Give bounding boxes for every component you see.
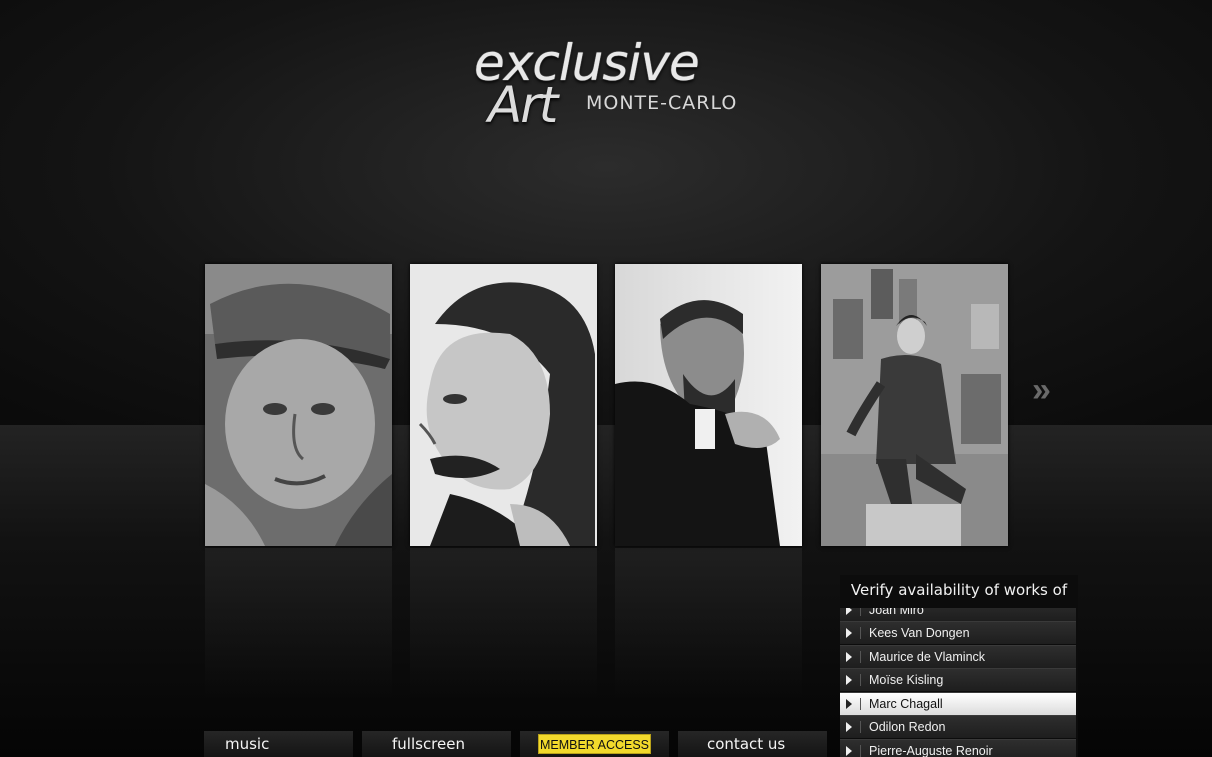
logo-word-art: Art — [488, 76, 558, 134]
divider — [860, 721, 861, 733]
artist-portrait-2[interactable] — [410, 264, 597, 546]
divider — [860, 674, 861, 686]
play-arrow-icon — [846, 699, 852, 709]
list-item-maurice-de-vlaminck[interactable]: Maurice de Vlaminck — [840, 645, 1076, 668]
list-item-pierre-auguste-renoir[interactable]: Pierre-Auguste Renoir — [840, 739, 1076, 757]
divider — [860, 651, 861, 663]
play-arrow-icon — [846, 675, 852, 685]
list-item-label: Joan Miró — [869, 608, 924, 617]
list-item-label: Maurice de Vlaminck — [869, 650, 986, 664]
portrait-image-3 — [615, 264, 802, 546]
divider — [860, 627, 861, 639]
logo-word-monte-carlo: MONTE-CARLO — [586, 92, 738, 114]
portrait-image-2 — [410, 264, 597, 546]
artist-portrait-1[interactable] — [205, 264, 392, 546]
list-item-marc-chagall[interactable]: Marc Chagall — [840, 692, 1076, 715]
divider — [860, 745, 861, 757]
nav-fullscreen-label: fullscreen — [392, 735, 465, 753]
portrait-image-4 — [821, 264, 1008, 546]
divider — [860, 698, 861, 710]
list-item-label: Pierre-Auguste Renoir — [869, 744, 993, 757]
nav-music-label: music — [225, 735, 270, 753]
site-logo[interactable]: exclusive Art MONTE-CARLO — [470, 34, 750, 138]
portrait-reflection-1 — [205, 548, 392, 698]
nav-contact[interactable]: contact us — [678, 731, 827, 757]
portrait-reflection-2 — [410, 548, 597, 698]
artist-list[interactable]: Joan Miró Kees Van Dongen Maurice de Vla… — [840, 608, 1076, 757]
play-arrow-icon — [846, 722, 852, 732]
portrait-image-1 — [205, 264, 392, 546]
list-item-kees-van-dongen[interactable]: Kees Van Dongen — [840, 621, 1076, 644]
play-arrow-icon — [846, 608, 852, 615]
play-arrow-icon — [846, 628, 852, 638]
divider — [860, 608, 861, 616]
play-arrow-icon — [846, 746, 852, 756]
list-item-moise-kisling[interactable]: Moïse Kisling — [840, 668, 1076, 691]
list-item-label: Moïse Kisling — [869, 673, 944, 687]
portrait-reflection-3 — [615, 548, 802, 698]
play-arrow-icon — [846, 652, 852, 662]
artist-portrait-4[interactable] — [821, 264, 1008, 546]
list-item-odilon-redon[interactable]: Odilon Redon — [840, 715, 1076, 738]
list-item-label: Marc Chagall — [869, 697, 943, 711]
availability-title: Verify availability of works of art — [850, 581, 1068, 630]
nav-fullscreen[interactable]: fullscreen — [362, 731, 511, 757]
list-item-label: Kees Van Dongen — [869, 626, 970, 640]
availability-panel: Verify availability of works of art Joan… — [840, 575, 1078, 757]
nav-contact-label: contact us — [707, 735, 786, 753]
list-item-label: Odilon Redon — [869, 720, 946, 734]
nav-music[interactable]: music — [204, 731, 353, 757]
artist-portrait-3[interactable] — [615, 264, 802, 546]
list-item-joan-miro[interactable]: Joan Miró — [840, 608, 1076, 621]
double-chevron-right-icon[interactable]: » — [1032, 373, 1062, 407]
member-access-button[interactable]: MEMBER ACCESS — [538, 734, 651, 754]
